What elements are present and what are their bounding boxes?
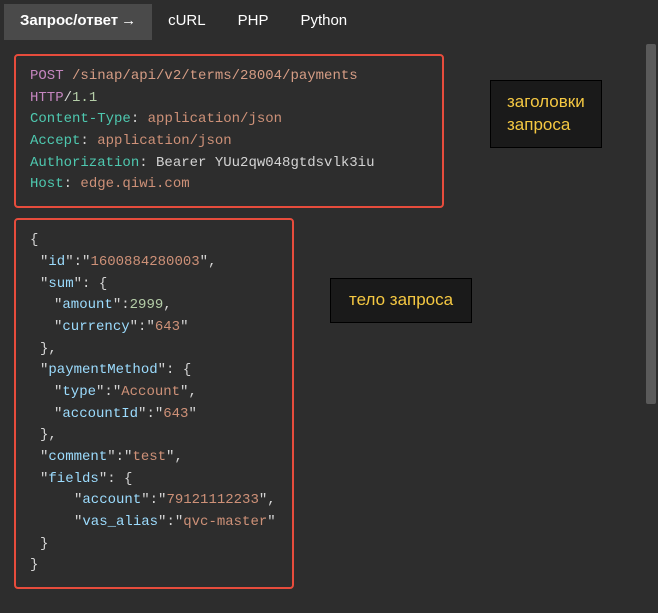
header-line: Authorization: Bearer YUu2qw048gtdsvlk3i… xyxy=(30,153,428,175)
tab-label: cURL xyxy=(168,12,206,29)
annotation-headers: заголовки запроса xyxy=(490,80,602,148)
tab-label: Запрос/ответ xyxy=(20,12,118,29)
http-version: 1.1 xyxy=(72,90,97,106)
header-name: Authorization xyxy=(30,155,139,171)
header-name: Host xyxy=(30,176,64,192)
request-line: POST /sinap/api/v2/terms/28004/payments … xyxy=(30,66,428,109)
tab-python[interactable]: Python xyxy=(284,4,363,40)
request-headers-block: POST /sinap/api/v2/terms/28004/payments … xyxy=(14,54,444,208)
json-line: }, xyxy=(30,425,278,447)
tab-php[interactable]: PHP xyxy=(222,4,285,40)
json-line: "vas_alias":"qvc-master" xyxy=(30,512,278,534)
arrow-icon: → xyxy=(121,12,136,29)
json-line: "fields": { xyxy=(30,469,278,491)
tab-curl[interactable]: cURL xyxy=(152,4,222,40)
tab-label: PHP xyxy=(238,12,269,29)
header-line: Content-Type: application/json xyxy=(30,109,428,131)
request-body-block: { "id":"1600884280003", "sum": { "amount… xyxy=(14,218,294,589)
tabs-bar: Запрос/ответ→ cURL PHP Python xyxy=(0,0,658,40)
http-protocol: HTTP xyxy=(30,90,64,106)
json-line: "id":"1600884280003", xyxy=(30,252,278,274)
annotation-body: тело запроса xyxy=(330,278,472,323)
header-line: Accept: application/json xyxy=(30,131,428,153)
header-value: Bearer YUu2qw048gtdsvlk3iu xyxy=(156,155,374,171)
tab-request-response[interactable]: Запрос/ответ→ xyxy=(4,4,152,40)
json-line: "amount":2999, xyxy=(30,295,278,317)
header-name: Content-Type xyxy=(30,111,131,127)
http-method: POST xyxy=(30,68,64,84)
http-path: /sinap/api/v2/terms/28004/payments xyxy=(72,68,358,84)
json-line: { xyxy=(30,230,278,252)
json-line: "currency":"643" xyxy=(30,317,278,339)
header-line: Host: edge.qiwi.com xyxy=(30,174,428,196)
header-value: edge.qiwi.com xyxy=(80,176,189,192)
json-line: } xyxy=(30,534,278,556)
json-line: "account":"79121112233", xyxy=(30,490,278,512)
json-line: "accountId":"643" xyxy=(30,404,278,426)
header-value: application/json xyxy=(148,111,282,127)
json-line: }, xyxy=(30,339,278,361)
json-line: } xyxy=(30,555,278,577)
json-line: "comment":"test", xyxy=(30,447,278,469)
json-line: "type":"Account", xyxy=(30,382,278,404)
header-value: application/json xyxy=(97,133,231,149)
header-name: Accept xyxy=(30,133,80,149)
json-line: "sum": { xyxy=(30,274,278,296)
tab-label: Python xyxy=(300,12,347,29)
json-line: "paymentMethod": { xyxy=(30,360,278,382)
